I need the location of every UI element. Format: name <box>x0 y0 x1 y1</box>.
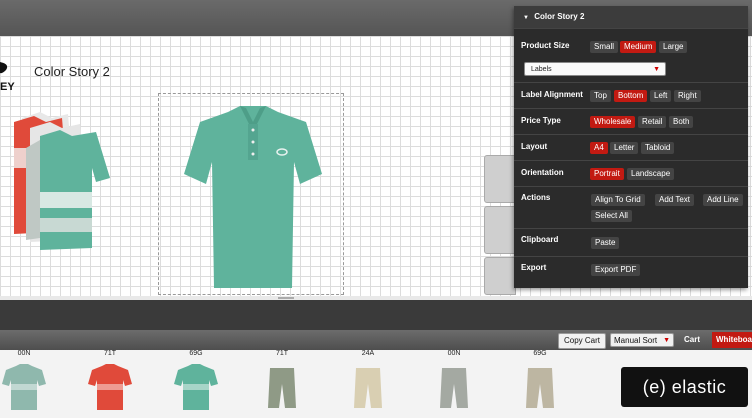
product-thumbnail[interactable] <box>518 362 562 414</box>
product-code: 69G <box>189 350 203 357</box>
splitter-grip-icon[interactable] <box>278 297 294 299</box>
product-code: 71T <box>275 350 289 357</box>
whiteboard-tab[interactable]: Whiteboard <box>712 332 752 348</box>
product-thumbnail[interactable] <box>346 362 390 414</box>
product-code: 00N <box>17 350 31 357</box>
page-title: Color Story 2 <box>34 64 110 79</box>
orientation-landscape-option[interactable]: Landscape <box>627 168 675 180</box>
product-code: 24A <box>361 350 375 357</box>
clipboard-label: Clipboard <box>521 235 559 244</box>
price-both-option[interactable]: Both <box>669 116 694 128</box>
product-thumbnail[interactable] <box>432 362 476 414</box>
align-to-grid-button[interactable]: Align To Grid <box>591 194 645 206</box>
export-label: Export <box>521 263 547 272</box>
size-large-option[interactable]: Large <box>659 41 688 53</box>
side-tab[interactable] <box>484 206 516 254</box>
sort-dropdown-value: Manual Sort <box>614 336 658 345</box>
export-row: Export Export PDF <box>514 256 748 289</box>
side-tab[interactable] <box>484 155 516 203</box>
labels-dropdown-value: Labels <box>531 66 552 73</box>
side-tab[interactable] <box>484 257 516 295</box>
layout-tabloid-option[interactable]: Tabloid <box>641 142 675 154</box>
align-bottom-option[interactable]: Bottom <box>614 90 648 102</box>
product-thumbnail[interactable] <box>174 362 218 414</box>
product-size-label: Product Size <box>521 41 570 50</box>
panel-title: Color Story 2 <box>534 12 585 21</box>
collapse-triangle-icon[interactable]: ▼ <box>523 15 529 21</box>
align-right-option[interactable]: Right <box>674 90 701 102</box>
layout-label: Layout <box>521 142 548 151</box>
export-pdf-button[interactable]: Export PDF <box>591 264 641 276</box>
label-alignment-row: Label Alignment Top Bottom Left Right <box>514 82 748 109</box>
labels-dropdown[interactable]: Labels ▼ <box>524 62 666 76</box>
actions-row: Actions Align To Grid Add Text Add Line … <box>514 186 748 229</box>
product-thumbnail[interactable] <box>2 362 46 414</box>
product-code: 00N <box>447 350 461 357</box>
product-code: 71T <box>103 350 117 357</box>
stacked-shirts-image[interactable] <box>0 108 120 258</box>
elastic-watermark: (e) elastic <box>621 367 748 407</box>
properties-panel: ▼ Color Story 2 Product Size Small Mediu… <box>514 6 748 288</box>
select-all-button[interactable]: Select All <box>591 210 632 222</box>
add-text-button[interactable]: Add Text <box>655 194 694 206</box>
clipboard-row: Clipboard Paste <box>514 228 748 257</box>
chevron-down-icon: ▼ <box>653 66 660 73</box>
layout-a4-option[interactable]: A4 <box>590 142 608 154</box>
chevron-down-icon: ▼ <box>663 337 670 344</box>
panel-header[interactable]: ▼ Color Story 2 <box>514 6 748 28</box>
actions-label: Actions <box>521 193 551 202</box>
orientation-portrait-option[interactable]: Portrait <box>590 168 624 180</box>
svg-text:EY: EY <box>0 81 15 92</box>
layout-row: Layout A4 Letter Tabloid <box>514 134 748 161</box>
product-thumbnail[interactable] <box>260 362 304 414</box>
add-line-button[interactable]: Add Line <box>703 194 743 206</box>
price-type-label: Price Type <box>521 116 561 125</box>
layout-letter-option[interactable]: Letter <box>610 142 639 154</box>
size-small-option[interactable]: Small <box>590 41 619 53</box>
cart-tab[interactable]: Cart <box>684 333 700 347</box>
polo-shirt-image[interactable] <box>178 104 328 294</box>
dark-band <box>0 300 752 330</box>
sort-dropdown[interactable]: Manual Sort ▼ <box>610 333 674 347</box>
align-left-option[interactable]: Left <box>650 90 672 102</box>
product-code: 69G <box>533 350 547 357</box>
price-type-row: Price Type Wholesale Retail Both <box>514 108 748 135</box>
align-top-option[interactable]: Top <box>590 90 611 102</box>
price-wholesale-option[interactable]: Wholesale <box>590 116 636 128</box>
copy-cart-button[interactable]: Copy Cart <box>558 333 607 349</box>
product-thumbnail[interactable] <box>88 362 132 414</box>
size-medium-option[interactable]: Medium <box>620 41 657 53</box>
orientation-row: Orientation Portrait Landscape <box>514 160 748 187</box>
label-alignment-label: Label Alignment <box>521 90 583 99</box>
paste-button[interactable]: Paste <box>591 237 620 249</box>
brand-logo: EY <box>0 62 15 92</box>
orientation-label: Orientation <box>521 168 564 177</box>
price-retail-option[interactable]: Retail <box>638 116 667 128</box>
